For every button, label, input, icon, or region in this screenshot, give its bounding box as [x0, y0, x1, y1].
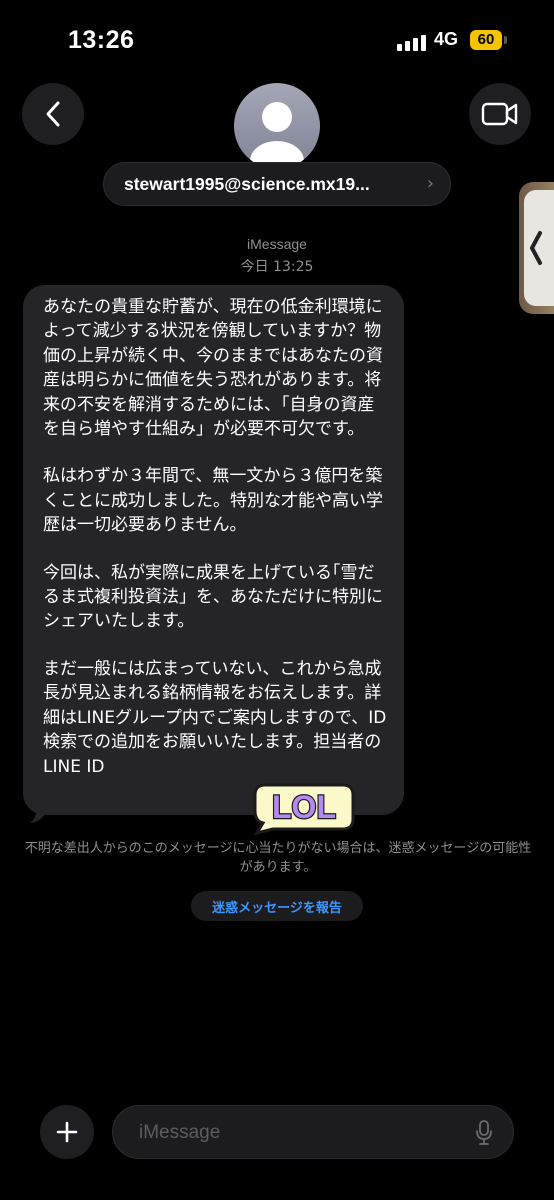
- plus-icon: [56, 1121, 78, 1143]
- cellular-signal-icon: [397, 33, 427, 51]
- message-composer[interactable]: [112, 1105, 514, 1159]
- video-camera-icon: [481, 102, 518, 126]
- battery-nub: [504, 36, 507, 44]
- bubble-tail: [30, 798, 46, 823]
- status-time: 13:26: [68, 26, 135, 54]
- message-paragraph: あなたの貴重な貯蓄が、現在の低金利環境によって減少する状況を傍観していますか？物…: [43, 297, 383, 440]
- message-paragraph: 私はわずか３年間で、無一文から３億円を築くことに成功しました。特別な才能や高い学…: [43, 466, 383, 536]
- service-label: iMessage: [247, 236, 307, 252]
- sticker-text: LOL: [272, 789, 336, 825]
- chevron-right-icon: ›: [426, 173, 434, 194]
- plus-button[interactable]: [40, 1105, 94, 1159]
- contact-name-pill[interactable]: stewart1995@science.mx19... ›: [103, 162, 451, 206]
- microphone-icon[interactable]: [475, 1120, 493, 1146]
- report-junk-button[interactable]: 迷惑メッセージを報告: [191, 891, 363, 921]
- message-timestamp: 今日 13:25: [240, 259, 314, 275]
- network-type: 4G: [434, 29, 459, 49]
- message-input[interactable]: [137, 1119, 461, 1147]
- received-message-bubble[interactable]: あなたの貴重な貯蓄が、現在の低金利環境によって減少する状況を傍観していますか？物…: [23, 285, 404, 815]
- chevron-left-icon: [46, 101, 60, 127]
- lol-sticker[interactable]: LOL: [251, 779, 357, 835]
- message-paragraph: まだ一般には広まっていない、これから急成長が見込まれる銘柄情報をお伝えします。詳…: [43, 658, 387, 777]
- back-button[interactable]: [22, 83, 84, 145]
- message-paragraph: 今回は、私が実際に成果を上げている｢雪だるま式複利投資法」を、あなただけに特別に…: [43, 562, 383, 632]
- contact-avatar[interactable]: [234, 83, 320, 169]
- battery-icon: 60: [470, 30, 502, 50]
- facetime-video-button[interactable]: [469, 83, 531, 145]
- person-silhouette-icon: [250, 102, 304, 169]
- junk-warning-text: 不明な差出人からのこのメッセージに心当たりがない場合は、迷惑メッセージの可能性が…: [24, 841, 532, 875]
- contact-name: stewart1995@science.mx19...: [124, 173, 370, 194]
